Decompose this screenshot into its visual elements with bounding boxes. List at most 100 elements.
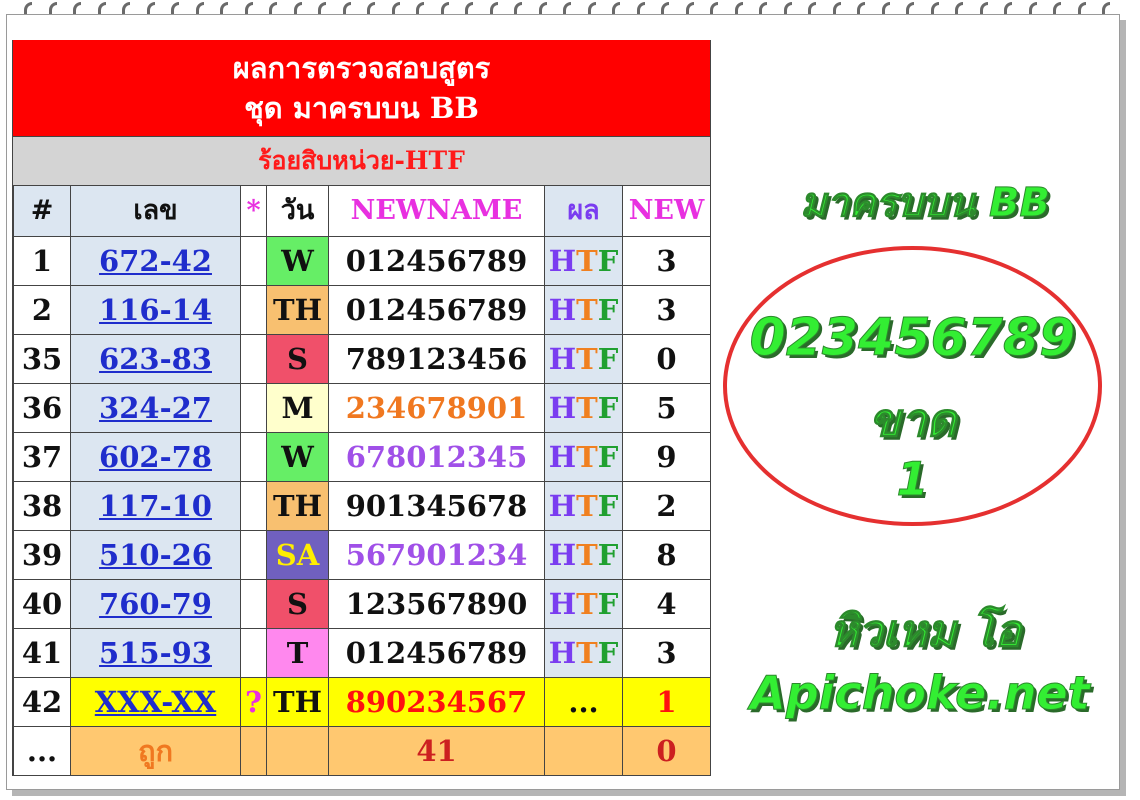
sheet-subtitle: ร้อยสิบหน่วย-HTF: [13, 136, 710, 185]
row-result: HTF: [544, 236, 623, 286]
summary-blank-1: [240, 726, 267, 776]
pending-star: ?: [240, 677, 267, 727]
row-result: HTF: [544, 481, 623, 531]
results-sheet: ผลการตรวจสอบสูตร ชุด มาครบบน BB ร้อยสิบห…: [12, 40, 711, 776]
col-header-number: เลข: [70, 185, 241, 237]
row-result: HTF: [544, 530, 623, 580]
row-result: HTF: [544, 285, 623, 335]
table-row: 41 515-93 T 012456789 HTF 3: [13, 628, 711, 678]
row-id: 39: [13, 530, 71, 580]
summary-count: 41: [328, 726, 545, 776]
row-result: HTF: [544, 579, 623, 629]
row-star: [240, 432, 267, 482]
formula-title: มาครบบน BB: [799, 180, 1051, 227]
row-star: [240, 285, 267, 335]
row-number-cell: 116-14: [70, 285, 241, 335]
summary-new: 0: [622, 726, 711, 776]
row-number-cell: 623-83: [70, 334, 241, 384]
table-row: 36 324-27 M 234678901 HTF 5: [13, 383, 711, 433]
row-new: 9: [622, 432, 711, 482]
row-day: M: [266, 383, 329, 433]
result-numbers: 023456789: [749, 308, 1076, 369]
missing-value: 1: [896, 452, 929, 507]
summary-row: ... ถูก 41 0: [13, 726, 711, 776]
pending-new: 1: [622, 677, 711, 727]
col-header-id: #: [13, 185, 71, 237]
pending-day: TH: [266, 677, 329, 727]
table-row: 39 510-26 SA 567901234 HTF 8: [13, 530, 711, 580]
table-row: 2 116-14 TH 012456789 HTF 3: [13, 285, 711, 335]
row-day: T: [266, 628, 329, 678]
col-header-newname: NEWNAME: [328, 185, 545, 237]
row-star: [240, 383, 267, 433]
row-number-link[interactable]: 672-42: [99, 244, 212, 278]
row-result: HTF: [544, 628, 623, 678]
row-star: [240, 628, 267, 678]
summary-id: ...: [13, 726, 71, 776]
row-newname: 789123456: [328, 334, 545, 384]
row-result: HTF: [544, 432, 623, 482]
row-result: HTF: [544, 383, 623, 433]
row-star: [240, 579, 267, 629]
row-number-link[interactable]: 602-78: [99, 440, 212, 474]
row-day: S: [266, 334, 329, 384]
row-number-link[interactable]: 760-79: [99, 587, 212, 621]
row-star: [240, 530, 267, 580]
row-new: 3: [622, 236, 711, 286]
pending-id: 42: [13, 677, 71, 727]
summary-blank-2: [266, 726, 329, 776]
col-header-new: NEW: [622, 185, 711, 237]
row-newname: 567901234: [328, 530, 545, 580]
row-day: TH: [266, 481, 329, 531]
row-new: 5: [622, 383, 711, 433]
row-newname: 012456789: [328, 628, 545, 678]
row-new: 3: [622, 285, 711, 335]
missing-label: ขาด: [868, 393, 957, 448]
table-row: 37 602-78 W 678012345 HTF 9: [13, 432, 711, 482]
row-newname: 901345678: [328, 481, 545, 531]
row-number-cell: 117-10: [70, 481, 241, 531]
row-newname: 012456789: [328, 285, 545, 335]
col-header-result: ผล: [544, 185, 623, 237]
row-id: 38: [13, 481, 71, 531]
row-number-cell: 602-78: [70, 432, 241, 482]
row-new: 8: [622, 530, 711, 580]
row-number-link[interactable]: 324-27: [99, 391, 212, 425]
row-day: S: [266, 579, 329, 629]
col-header-star: *: [240, 185, 267, 237]
sheet-title: ผลการตรวจสอบสูตร ชุด มาครบบน BB: [13, 40, 710, 136]
row-result: HTF: [544, 334, 623, 384]
row-new: 0: [622, 334, 711, 384]
table-row: 35 623-83 S 789123456 HTF 0: [13, 334, 711, 384]
table-row: 1 672-42 W 012456789 HTF 3: [13, 236, 711, 286]
title-line-2: ชุด มาครบบน BB: [244, 91, 479, 125]
row-day: SA: [266, 530, 329, 580]
row-number-link[interactable]: 117-10: [99, 489, 212, 523]
title-line-1: ผลการตรวจสอบสูตร: [232, 51, 491, 85]
row-number-link[interactable]: 515-93: [99, 636, 212, 670]
row-number-link[interactable]: 510-26: [99, 538, 212, 572]
row-newname: 234678901: [328, 383, 545, 433]
row-star: [240, 236, 267, 286]
table-row: 38 117-10 TH 901345678 HTF 2: [13, 481, 711, 531]
row-number-link[interactable]: 116-14: [99, 293, 212, 327]
row-id: 41: [13, 628, 71, 678]
row-star: [240, 481, 267, 531]
row-number-cell: 510-26: [70, 530, 241, 580]
pending-result: ...: [544, 677, 623, 727]
row-star: [240, 334, 267, 384]
row-number-link[interactable]: 623-83: [99, 342, 212, 376]
row-id: 40: [13, 579, 71, 629]
row-new: 2: [622, 481, 711, 531]
row-new: 4: [622, 579, 711, 629]
row-number-cell: 672-42: [70, 236, 241, 286]
pending-number-link[interactable]: XXX-XX: [95, 685, 216, 719]
row-id: 1: [13, 236, 71, 286]
row-day: TH: [266, 285, 329, 335]
row-id: 37: [13, 432, 71, 482]
row-newname: 123567890: [328, 579, 545, 629]
pending-row: 42 XXX-XX? TH 890234567... 1: [13, 677, 711, 727]
row-number-cell: 324-27: [70, 383, 241, 433]
row-number-cell: 760-79: [70, 579, 241, 629]
row-day: W: [266, 236, 329, 286]
